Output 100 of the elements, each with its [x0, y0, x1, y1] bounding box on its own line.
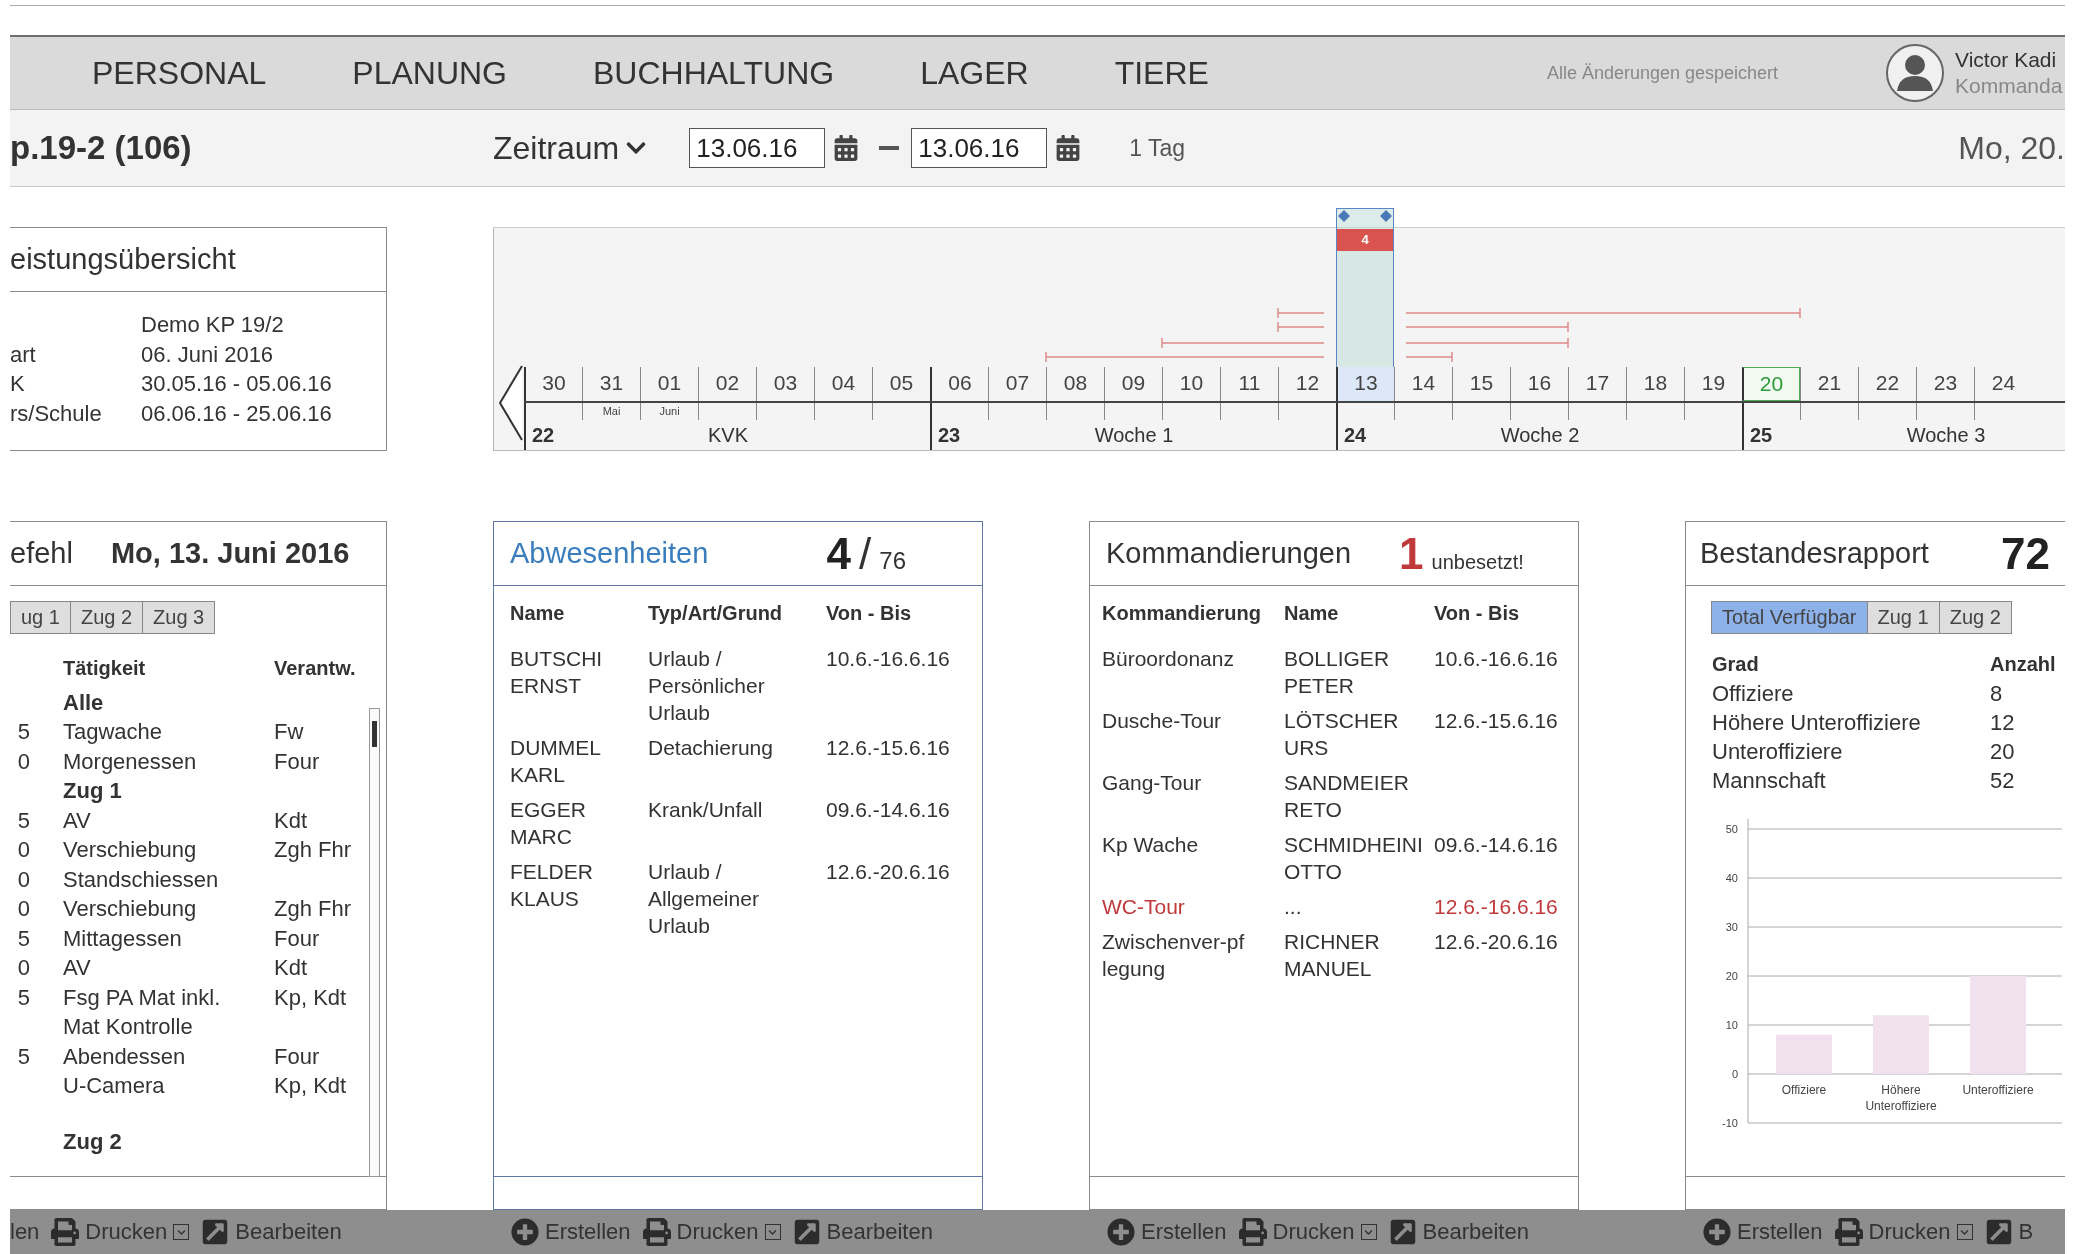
edit-button[interactable]: Bearbeiten	[792, 1218, 933, 1246]
nav-item[interactable]: PLANUNG	[352, 54, 507, 92]
week-number: 22	[531, 423, 555, 447]
timeline-day[interactable]: 03	[756, 367, 814, 401]
print-button[interactable]: Drucken	[642, 1218, 781, 1246]
table-cell-text: Tagwache	[63, 718, 164, 746]
timeline-day[interactable]: 18	[1626, 367, 1684, 401]
panel-title: eistungsübersicht	[10, 243, 236, 276]
edit-icon	[201, 1218, 230, 1246]
create-button[interactable]: Erstellen	[511, 1218, 631, 1246]
save-status: Alle Änderungen gespeichert	[1546, 62, 1779, 84]
nav-item[interactable]: LAGER	[920, 54, 1029, 92]
edit-button[interactable]: Bearbeiten	[201, 1218, 342, 1246]
column-header: Typ/Art/Grund	[648, 601, 784, 626]
timeline-day[interactable]: 24	[1974, 367, 2032, 401]
week-number: 25	[1749, 423, 1773, 447]
axis-tick-label: 10	[1725, 1019, 1738, 1031]
timeline-day[interactable]: 13	[1336, 367, 1394, 401]
timeline-day[interactable]: 23	[1916, 367, 1974, 401]
week-label: Woche 3	[1906, 423, 1986, 447]
resize-handle-icon[interactable]	[1379, 209, 1393, 223]
table-cell-text: 52	[1990, 767, 2016, 795]
field-value: 06. Juni 2016	[141, 340, 275, 369]
scrollbar[interactable]	[369, 708, 380, 1177]
table-cell-text: 12.6.-20.6.16	[826, 859, 951, 885]
table-cell-text: Mittagessen	[63, 924, 183, 953]
time-cell-text: 0	[16, 865, 30, 894]
time-cell-text: 0	[16, 954, 30, 982]
table-cell-text: Kp Wache	[1102, 832, 1200, 858]
tab[interactable]: Zug 1	[1866, 601, 1940, 634]
table-cell-text: Four	[274, 1042, 321, 1071]
orders-date: Mo, 13. Juni 2016	[110, 537, 350, 570]
timeline-day[interactable]: 15	[1452, 367, 1510, 401]
create-button[interactable]: Erstellen	[1703, 1218, 1823, 1246]
print-button[interactable]: Drucken	[1238, 1218, 1377, 1246]
timeline-day[interactable]: 04	[814, 367, 872, 401]
avatar-icon[interactable]	[1885, 43, 1945, 103]
timeline-day[interactable]: 17	[1568, 367, 1626, 401]
tab[interactable]: Zug 3	[142, 601, 216, 634]
time-cell-text: 0	[16, 836, 30, 864]
axis-tick-label: 30	[1725, 921, 1738, 933]
group-heading: Alle	[63, 688, 105, 717]
time-cell-text: 0	[16, 747, 30, 776]
total-count: 76	[879, 546, 906, 575]
table-cell-text: Unteroffiziere	[1712, 738, 1844, 766]
timeline-day[interactable]: 22	[1858, 367, 1916, 401]
chart-bar	[1873, 1015, 1929, 1074]
axis-tick-label: 0	[1731, 1068, 1738, 1080]
print-button[interactable]: Drucken	[51, 1218, 190, 1246]
group-heading: Zug 1	[63, 777, 123, 805]
field-label: rs/Schule	[10, 399, 103, 428]
tab[interactable]: Zug 2	[1938, 601, 2012, 634]
left-arrow-icon[interactable]	[498, 364, 524, 442]
timeline-day[interactable]: 05	[872, 367, 930, 401]
edit-button[interactable]: Bearbeiten	[1388, 1218, 1529, 1246]
edit-icon	[792, 1218, 821, 1246]
tab[interactable]: Zug 2	[69, 601, 144, 634]
timeline-day[interactable]: 07	[988, 367, 1046, 401]
unit-title: p.19-2 (106)	[10, 129, 193, 167]
table-cell-text: 09.6.-14.6.16	[1434, 832, 1559, 858]
table-cell-text: Morgenessen	[63, 747, 198, 776]
selection-range[interactable]: 4	[1336, 208, 1394, 367]
timeline-day[interactable]: 02	[698, 367, 756, 401]
calendar-icon[interactable]	[833, 135, 860, 161]
print-button[interactable]: Drucken	[1834, 1218, 1973, 1246]
table-cell-text: Höhere Unteroffiziere	[1712, 709, 1922, 737]
column-header: Verantw.	[274, 656, 356, 681]
printer-icon	[1238, 1218, 1267, 1246]
footer-button[interactable]: len	[10, 1219, 40, 1245]
nav-item[interactable]: PERSONAL	[92, 54, 267, 92]
table-cell-text: Kdt	[274, 954, 309, 982]
date-from-field[interactable]: 13.06.16	[689, 128, 826, 168]
create-button[interactable]: Erstellen	[1107, 1218, 1227, 1246]
timeline-day[interactable]: 08	[1046, 367, 1104, 401]
table-cell-text: Mannschaft	[1712, 767, 1827, 795]
group-heading: Zug 2	[63, 1127, 123, 1156]
table-cell-text: AV	[63, 806, 92, 835]
tab[interactable]: ug 1	[10, 601, 71, 634]
tab[interactable]: Total Verfügbar	[1711, 601, 1868, 634]
timeline-day[interactable]: 01	[640, 367, 698, 401]
timeline-day[interactable]: 06	[930, 367, 988, 401]
timeline-day[interactable]: 21	[1800, 367, 1858, 401]
nav-item[interactable]: TIERE	[1114, 54, 1209, 92]
timeline-day[interactable]: 31	[582, 367, 640, 401]
timeline-day[interactable]: 30	[524, 367, 582, 401]
field-value: 06.06.16 - 25.06.16	[141, 399, 333, 428]
resize-handle-icon[interactable]	[1337, 209, 1351, 223]
timeline-day[interactable]: 09	[1104, 367, 1162, 401]
timeline-day[interactable]: 10	[1162, 367, 1220, 401]
edit-button[interactable]: B	[1984, 1218, 2034, 1246]
date-to-field[interactable]: 13.06.16	[911, 128, 1048, 168]
period-dropdown[interactable]: Zeitraum	[493, 129, 648, 167]
calendar-icon[interactable]	[1055, 135, 1082, 161]
timeline-day[interactable]: 11	[1220, 367, 1278, 401]
timeline-day[interactable]: 14	[1394, 367, 1452, 401]
timeline-day[interactable]: 16	[1510, 367, 1568, 401]
nav-item[interactable]: BUCHHALTUNG	[593, 54, 835, 92]
week-number: 24	[1343, 423, 1367, 447]
time-cell-text: 0	[16, 895, 30, 923]
time-cell-text: 5	[16, 1042, 30, 1071]
